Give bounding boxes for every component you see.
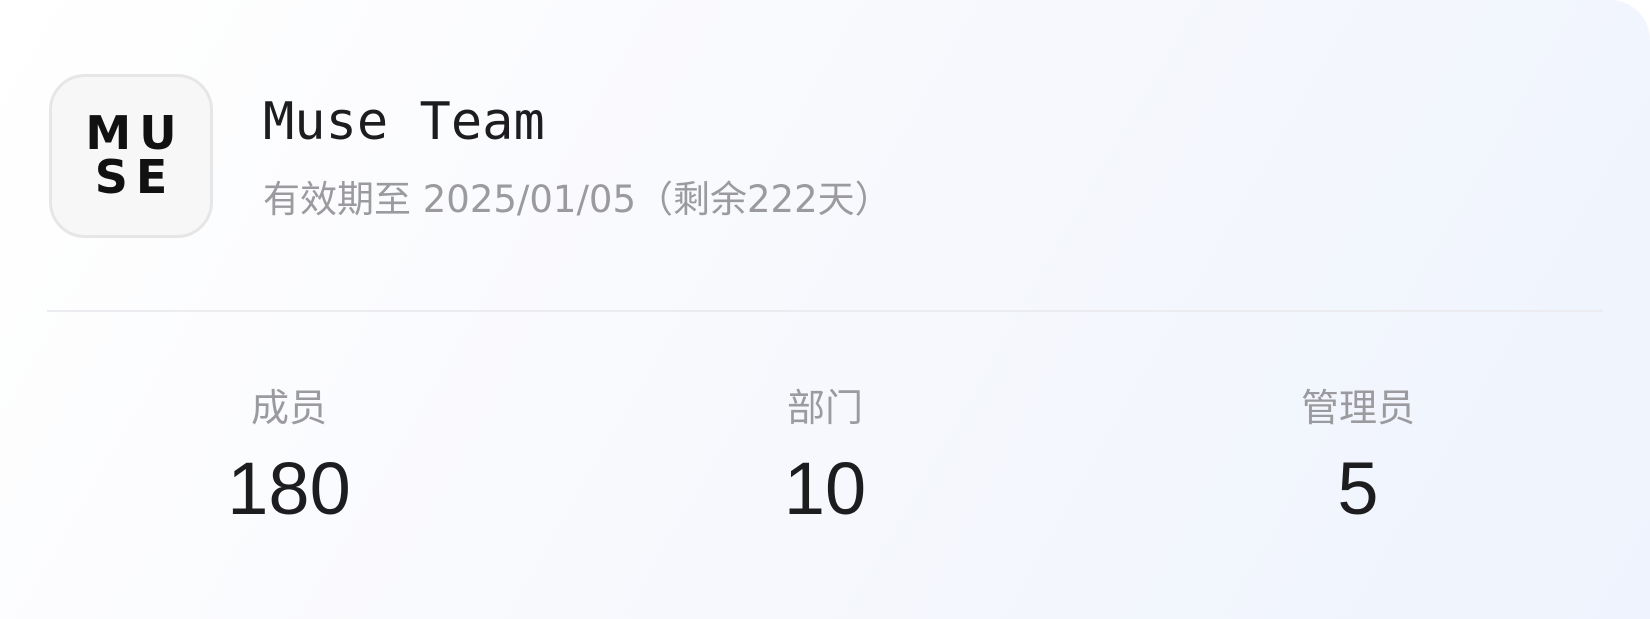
team-logo-line-1: MU bbox=[85, 106, 185, 160]
stat-members-label: 成员 bbox=[250, 386, 327, 430]
stat-members: 成员 180 bbox=[139, 385, 439, 529]
team-validity: 有效期至 2025/01/05（剩余222天） bbox=[263, 178, 892, 221]
team-logo-text: MU SE bbox=[52, 106, 210, 204]
team-logo-line-2: SE bbox=[94, 150, 176, 204]
team-info-card: MU SE Muse Team 有效期至 2025/01/05（剩余222天） … bbox=[0, 0, 1650, 619]
stat-departments-value: 10 bbox=[783, 447, 867, 530]
stat-admins-label: 管理员 bbox=[1300, 386, 1415, 430]
stat-departments-label: 部门 bbox=[786, 386, 863, 430]
stat-admins: 管理员 5 bbox=[1208, 385, 1508, 529]
divider bbox=[47, 310, 1603, 312]
stat-members-value: 180 bbox=[227, 447, 351, 530]
team-logo: MU SE bbox=[49, 74, 213, 238]
team-name: Muse Team bbox=[263, 92, 545, 152]
stat-admins-value: 5 bbox=[1337, 447, 1379, 530]
stat-departments: 部门 10 bbox=[675, 385, 975, 529]
